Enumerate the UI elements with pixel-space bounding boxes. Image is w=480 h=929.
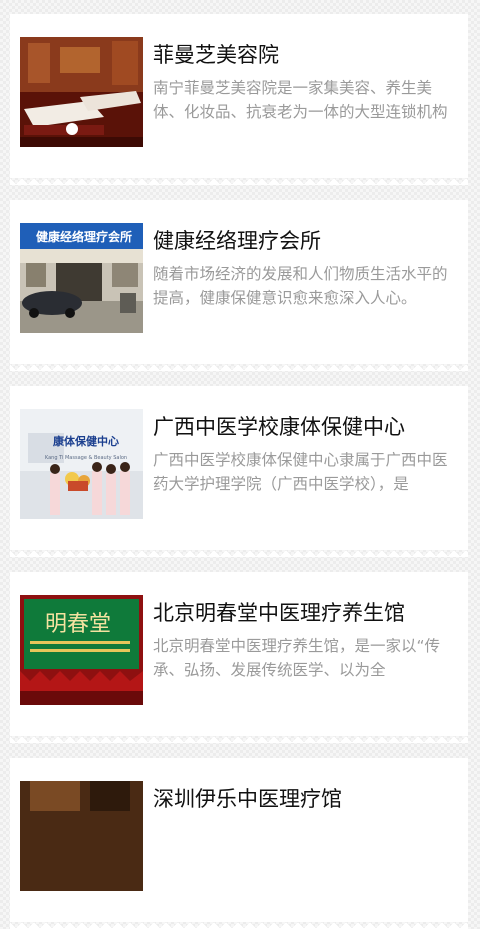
listing-title: 健康经络理疗会所: [153, 229, 321, 253]
listing-title: 广西中医学校康体保健中心: [153, 415, 405, 439]
listing-thumbnail: [20, 781, 143, 891]
signboard-image: 明春堂: [20, 595, 143, 705]
listing-description: 北京明春堂中医理疗养生馆，是一家以“传承、弘扬、发展传统医学、以为全: [153, 637, 441, 679]
listing-description: 广西中医学校康体保健中心隶属于广西中医药大学护理学院（广西中医学校），是: [153, 451, 448, 493]
listing-description: 南宁菲曼芝美容院是一家集美容、养生美体、化妆品、抗衰老为一体的大型连锁机构: [153, 79, 448, 121]
list-item[interactable]: 明春堂 北京明春堂中医理疗养生馆 北京明春堂中医理疗养生馆，是一家以“传承、弘扬…: [10, 572, 468, 743]
listing-title: 深圳伊乐中医理疗馆: [153, 787, 342, 811]
storefront-image: 健康经络理疗会所: [20, 223, 143, 333]
listing-thumbnail: 健康经络理疗会所: [20, 223, 143, 333]
interior-image: [20, 781, 143, 891]
signboard-text: 明春堂: [45, 612, 111, 637]
list-item[interactable]: 健康经络理疗会所 健康经络理疗会所 随着市场经济的发展和人们物质生活水平的提高，…: [10, 200, 468, 371]
listing-title: 北京明春堂中医理疗养生馆: [153, 601, 405, 625]
spa-room-image: [20, 37, 143, 147]
list-item[interactable]: 深圳伊乐中医理疗馆: [10, 758, 468, 929]
listing-description: 随着市场经济的发展和人们物质生活水平的提高，健康保健意识愈来愈深入人心。: [153, 265, 448, 307]
storefront-sign-text: 健康经络理疗会所: [36, 229, 132, 244]
staff-group-image: 康体保健中心 Kang Ti Massage & Beauty Salon: [20, 409, 143, 519]
listing-title: 菲曼芝美容院: [153, 43, 279, 67]
listing-thumbnail: 明春堂: [20, 595, 143, 705]
listing-list: 菲曼芝美容院 南宁菲曼芝美容院是一家集美容、养生美体、化妆品、抗衰老为一体的大型…: [0, 0, 480, 929]
list-item[interactable]: 康体保健中心 Kang Ti Massage & Beauty Salon 广西…: [10, 386, 468, 557]
listing-thumbnail: 康体保健中心 Kang Ti Massage & Beauty Salon: [20, 409, 143, 519]
list-item[interactable]: 菲曼芝美容院 南宁菲曼芝美容院是一家集美容、养生美体、化妆品、抗衰老为一体的大型…: [10, 14, 468, 185]
listing-description: [153, 820, 453, 868]
staff-sign-subtext: Kang Ti Massage & Beauty Salon: [45, 455, 127, 461]
listing-thumbnail: [20, 37, 143, 147]
staff-sign-text: 康体保健中心: [53, 434, 119, 448]
